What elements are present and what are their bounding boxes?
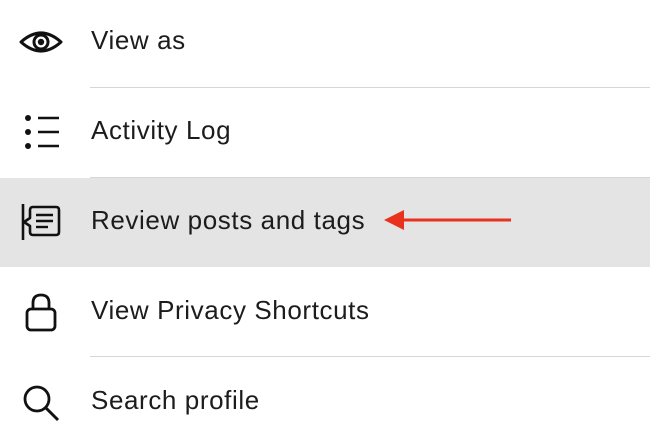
menu-item-label: Search profile <box>91 385 260 415</box>
search-icon <box>18 382 64 422</box>
menu-item-activity-log[interactable]: Activity Log <box>0 88 650 177</box>
menu-item-label: View Privacy Shortcuts <box>91 295 370 325</box>
annotation-arrow-icon <box>384 210 511 230</box>
menu-item-view-as[interactable]: View as <box>0 0 650 87</box>
menu-item-review-posts-and-tags[interactable]: Review posts and tags <box>0 178 650 267</box>
menu-item-label: Activity Log <box>91 115 232 145</box>
menu-item-label: View as <box>91 25 186 55</box>
menu-item-search-profile[interactable]: Search profile <box>0 358 650 447</box>
menu-item-label: Review posts and tags <box>91 205 366 235</box>
eye-icon <box>18 22 64 62</box>
menu-item-view-privacy-shortcuts[interactable]: View Privacy Shortcuts <box>0 268 650 357</box>
divider <box>90 356 650 357</box>
review-posts-icon <box>18 202 64 242</box>
profile-options-menu: View as Activity Log Review posts and ta… <box>0 0 650 447</box>
list-icon <box>18 112 64 152</box>
lock-icon <box>18 292 64 332</box>
